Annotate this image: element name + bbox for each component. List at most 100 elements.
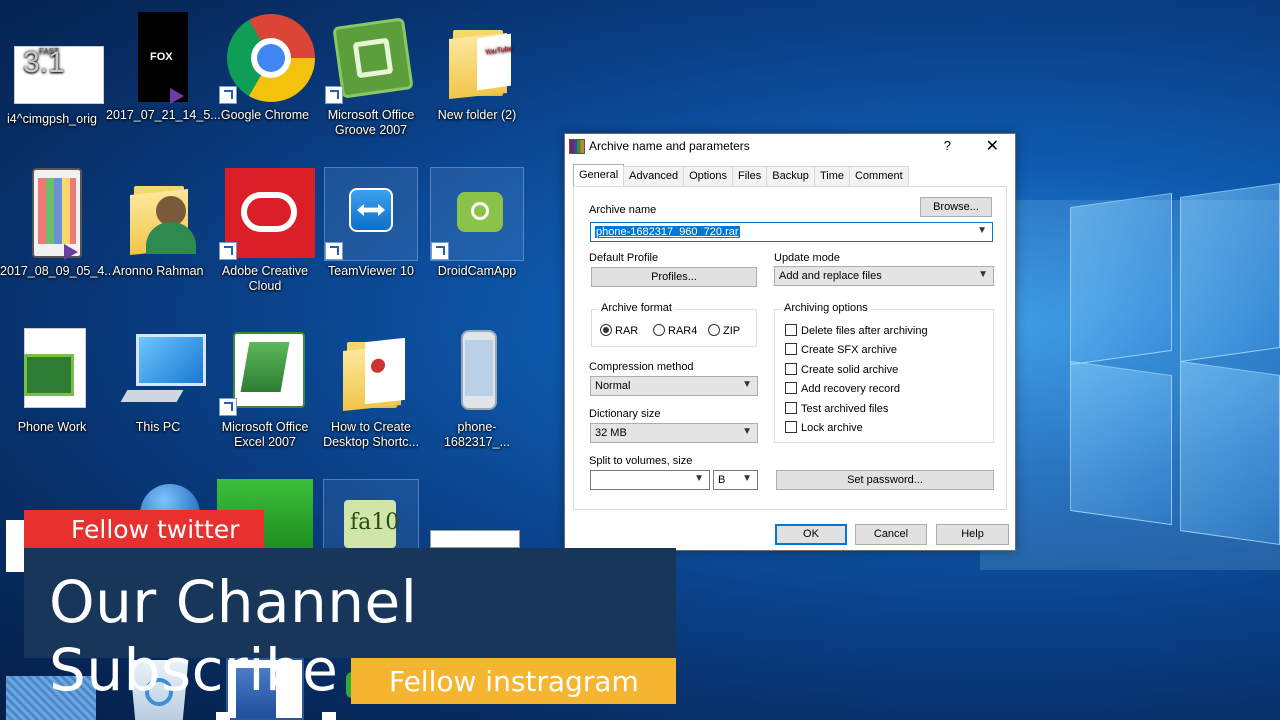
set-password-button[interactable]: Set password... — [776, 470, 994, 490]
icon-label: TeamViewer 10 — [328, 264, 414, 278]
chevron-down-icon: ▼ — [742, 473, 752, 484]
shortcut-arrow-icon — [325, 242, 343, 260]
dictionary-size-select[interactable]: 32 MB ▼ — [590, 423, 758, 443]
checkbox-box — [785, 363, 797, 375]
windows-logo-wallpaper — [980, 182, 1280, 570]
checkbox-box — [785, 421, 797, 433]
archiving-options-label: Archiving options — [781, 302, 871, 314]
desktop-icon-screenshot[interactable]: 2017_08_09_05_4... — [0, 168, 115, 279]
update-mode-label: Update mode — [774, 252, 841, 264]
desktop-icon-video[interactable]: FOX 2017_07_21_14_5... — [106, 12, 221, 123]
compression-method-select[interactable]: Normal ▼ — [590, 376, 758, 396]
chevron-down-icon: ▼ — [694, 473, 704, 484]
desktop-icon-this-pc[interactable]: This PC — [106, 324, 210, 435]
tab-backup[interactable]: Backup — [766, 166, 815, 186]
groove-icon — [325, 12, 417, 104]
folder-icon — [325, 324, 417, 416]
icon-label: How to Create Desktop Shortc... — [323, 420, 419, 449]
tab-options[interactable]: Options — [683, 166, 733, 186]
option-checkbox[interactable]: Delete files after archiving — [785, 324, 928, 337]
dialog-titlebar[interactable]: Archive name and parameters ? ✕ — [565, 134, 1015, 160]
fa10-icon[interactable]: fa10 — [323, 479, 419, 551]
tab-comment[interactable]: Comment — [848, 166, 909, 186]
chevron-down-icon: ▼ — [742, 379, 752, 390]
image-file-icon: FAST 3.1 — [6, 16, 104, 108]
desktop-icon-droidcam[interactable]: DroidCamApp — [425, 167, 529, 279]
option-checkbox[interactable]: Lock archive — [785, 421, 863, 434]
icon-label: Google Chrome — [220, 108, 310, 122]
desktop-icon-adobe-cc[interactable]: Adobe Creative Cloud — [213, 168, 317, 294]
help-button[interactable]: Help — [936, 524, 1009, 545]
desktop-icon-howto-folder[interactable]: How to Create Desktop Shortc... — [319, 324, 423, 450]
split-unit-select[interactable]: B ▼ — [713, 470, 758, 490]
desktop-icon-new-folder[interactable]: YouTube New folder (2) — [425, 12, 529, 123]
adobe-creative-cloud-icon — [219, 168, 315, 260]
document-thumbnail-icon[interactable] — [430, 530, 520, 548]
document-thumbnail-icon[interactable] — [6, 520, 26, 572]
icon-label: Microsoft Office Groove 2007 — [327, 108, 415, 137]
dictionary-size-label: Dictionary size — [589, 408, 661, 420]
archive-format-group: Archive format RAR RAR4 ZIP — [591, 302, 757, 347]
desktop-icon-excel[interactable]: Microsoft Office Excel 2007 — [213, 324, 317, 450]
desktop-icon-phone-work[interactable]: Phone Work — [0, 324, 104, 435]
icon-label: 2017_07_21_14_5... — [106, 108, 221, 122]
icon-label: This PC — [135, 420, 181, 434]
shortcut-arrow-icon — [322, 712, 336, 720]
computer-icon — [112, 324, 206, 416]
excel-icon — [219, 324, 311, 416]
checkbox-box — [785, 324, 797, 336]
droidcam-icon — [430, 167, 524, 261]
format-zip-radio[interactable]: ZIP — [708, 324, 740, 337]
tab-general[interactable]: General — [573, 164, 625, 186]
desktop-icon-groove[interactable]: Microsoft Office Groove 2007 — [319, 12, 423, 138]
close-icon[interactable]: ✕ — [986, 136, 999, 156]
option-label: Test archived files — [801, 403, 889, 415]
option-label: Add recovery record — [801, 383, 901, 395]
format-rar-radio[interactable]: RAR — [600, 324, 638, 337]
archive-name-input[interactable]: phone-1682317_960_720.rar ▼ — [590, 222, 993, 242]
tab-bar: General Advanced Options Files Backup Ti… — [573, 164, 909, 186]
archive-format-label: Archive format — [598, 302, 675, 314]
compression-method-label: Compression method — [589, 361, 694, 373]
browse-button[interactable]: Browse... — [920, 197, 992, 217]
tab-advanced[interactable]: Advanced — [623, 166, 685, 186]
twitter-banner: Fellow twitter — [24, 510, 264, 548]
option-checkbox[interactable]: Add recovery record — [785, 382, 900, 395]
desktop-icon-chrome[interactable]: Google Chrome — [213, 12, 317, 123]
teamviewer-icon — [324, 167, 418, 261]
help-icon[interactable]: ? — [944, 138, 951, 153]
icon-label: New folder (2) — [437, 108, 517, 122]
option-label: Create SFX archive — [801, 344, 897, 356]
option-label: Lock archive — [801, 422, 863, 434]
desktop-icon-user-folder[interactable]: Aronno Rahman — [106, 168, 210, 279]
checkbox-box — [785, 343, 797, 355]
split-size-input[interactable]: ▼ — [590, 470, 710, 490]
cancel-button[interactable]: Cancel — [855, 524, 927, 545]
checkbox-box — [785, 402, 797, 414]
general-panel: Archive name Browse... phone-1682317_960… — [573, 186, 1007, 510]
format-rar4-radio[interactable]: RAR4 — [653, 324, 697, 337]
desktop-icon-teamviewer[interactable]: TeamViewer 10 — [319, 167, 423, 279]
desktop-icon-image[interactable]: FAST 3.1 i4^cimgpsh_orig — [0, 16, 104, 127]
tab-files[interactable]: Files — [732, 166, 768, 186]
chevron-down-icon: ▼ — [978, 269, 988, 280]
ok-button[interactable]: OK — [775, 524, 847, 545]
icon-label: Adobe Creative Cloud — [221, 264, 309, 293]
instagram-banner: Fellow instragram — [351, 658, 676, 704]
desktop-icon-phone-image[interactable]: phone-1682317_... — [425, 324, 529, 450]
option-checkbox[interactable]: Create SFX archive — [785, 343, 897, 356]
update-mode-select[interactable]: Add and replace files ▼ — [774, 266, 994, 286]
icon-label: Phone Work — [17, 420, 87, 434]
chevron-down-icon[interactable]: ▼ — [977, 225, 987, 236]
phone-screenshot-icon — [6, 168, 98, 260]
format-zip-label: ZIP — [723, 325, 741, 337]
option-checkbox[interactable]: Create solid archive — [785, 363, 898, 376]
tab-time[interactable]: Time — [813, 166, 850, 186]
checkbox-box — [785, 382, 797, 394]
option-checkbox[interactable]: Test archived files — [785, 402, 888, 415]
profiles-button[interactable]: Profiles... — [591, 267, 757, 287]
shortcut-arrow-icon — [431, 242, 449, 260]
dialog-title: Archive name and parameters — [589, 139, 750, 153]
shortcut-arrow-icon — [219, 86, 237, 104]
phone-image-icon — [431, 324, 523, 416]
